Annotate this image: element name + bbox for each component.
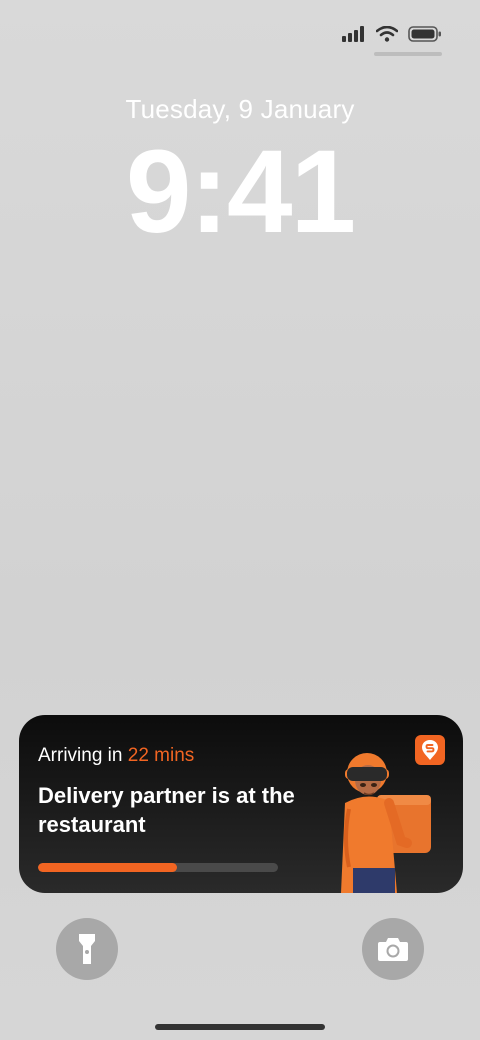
delivery-progress-fill <box>38 863 178 872</box>
eta-value: 22 mins <box>127 745 195 766</box>
delivery-progress-bar <box>38 863 278 872</box>
flashlight-icon <box>79 934 95 964</box>
home-indicator[interactable] <box>155 1024 325 1030</box>
cellular-signal-icon <box>342 26 364 42</box>
status-bar <box>332 22 442 62</box>
lock-screen-clock: 9:41 <box>125 126 356 258</box>
camera-icon <box>378 938 408 961</box>
delivery-live-activity[interactable]: Arriving in 22 mins Delivery partner is … <box>19 715 463 893</box>
flashlight-button[interactable] <box>56 918 118 980</box>
eta-prefix: Arriving in <box>38 745 123 766</box>
eta-line: Arriving in 22 mins <box>38 745 194 767</box>
wifi-icon <box>376 26 398 42</box>
camera-button[interactable] <box>362 918 424 980</box>
delivery-status: Delivery partner is at the restaurant <box>38 783 295 837</box>
delivery-rider-illustration <box>341 753 431 893</box>
battery-icon <box>408 26 441 42</box>
lock-screen-date: Tuesday, 9 January <box>125 94 355 124</box>
control-center-handle[interactable] <box>374 52 442 56</box>
